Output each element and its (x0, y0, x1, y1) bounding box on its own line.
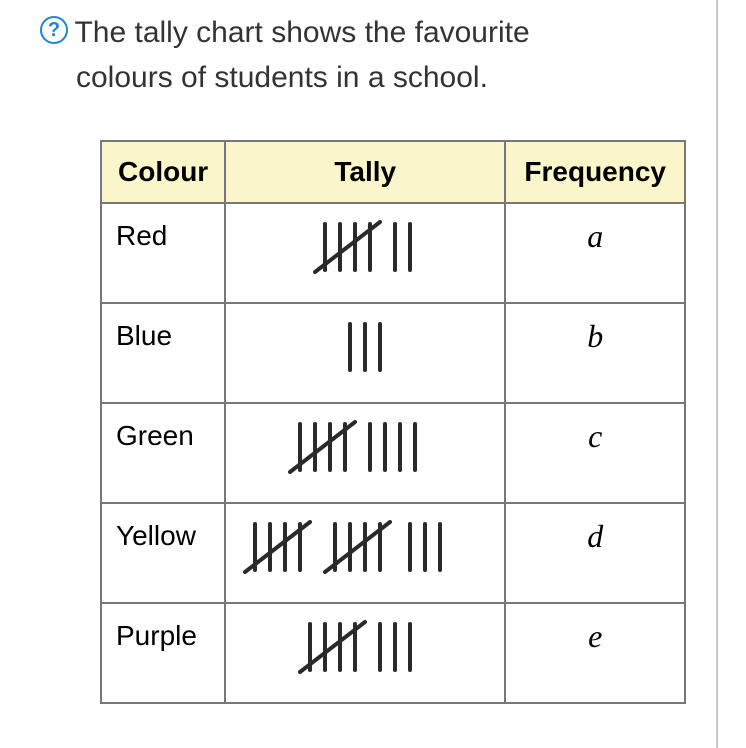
colour-cell-red: Red (101, 203, 225, 303)
tally-table: Colour Tally Frequency Red a (100, 140, 686, 704)
question-text-line2: colours of students in a school. (76, 61, 488, 94)
frequency-cell-green: c (505, 403, 685, 503)
table-row: Purple e (101, 603, 685, 703)
tally-marks-icon (235, 512, 495, 582)
table-row: Blue b (101, 303, 685, 403)
header-tally: Tally (225, 141, 505, 203)
tally-cell-red (225, 203, 505, 303)
table-header-row: Colour Tally Frequency (101, 141, 685, 203)
colour-cell-blue: Blue (101, 303, 225, 403)
tally-marks-icon (285, 212, 445, 282)
table-row: Green c (101, 403, 685, 503)
tally-marks-icon (275, 612, 455, 682)
colour-cell-green: Green (101, 403, 225, 503)
question-text-line1: The tally chart shows the favourite (74, 16, 529, 49)
tally-cell-purple (225, 603, 505, 703)
colour-cell-yellow: Yellow (101, 503, 225, 603)
tally-cell-yellow (225, 503, 505, 603)
tally-marks-icon (285, 312, 445, 382)
colour-cell-purple: Purple (101, 603, 225, 703)
frequency-cell-red: a (505, 203, 685, 303)
table-row: Red a (101, 203, 685, 303)
frequency-cell-yellow: d (505, 503, 685, 603)
table-row: Yellow (101, 503, 685, 603)
header-colour: Colour (101, 141, 225, 203)
tally-cell-blue (225, 303, 505, 403)
help-icon[interactable]: ? (40, 16, 68, 44)
question-block: ? The tally chart shows the favourite co… (40, 10, 706, 100)
header-frequency: Frequency (505, 141, 685, 203)
page-divider (716, 0, 718, 748)
tally-cell-green (225, 403, 505, 503)
frequency-cell-blue: b (505, 303, 685, 403)
frequency-cell-purple: e (505, 603, 685, 703)
tally-marks-icon (265, 412, 465, 482)
